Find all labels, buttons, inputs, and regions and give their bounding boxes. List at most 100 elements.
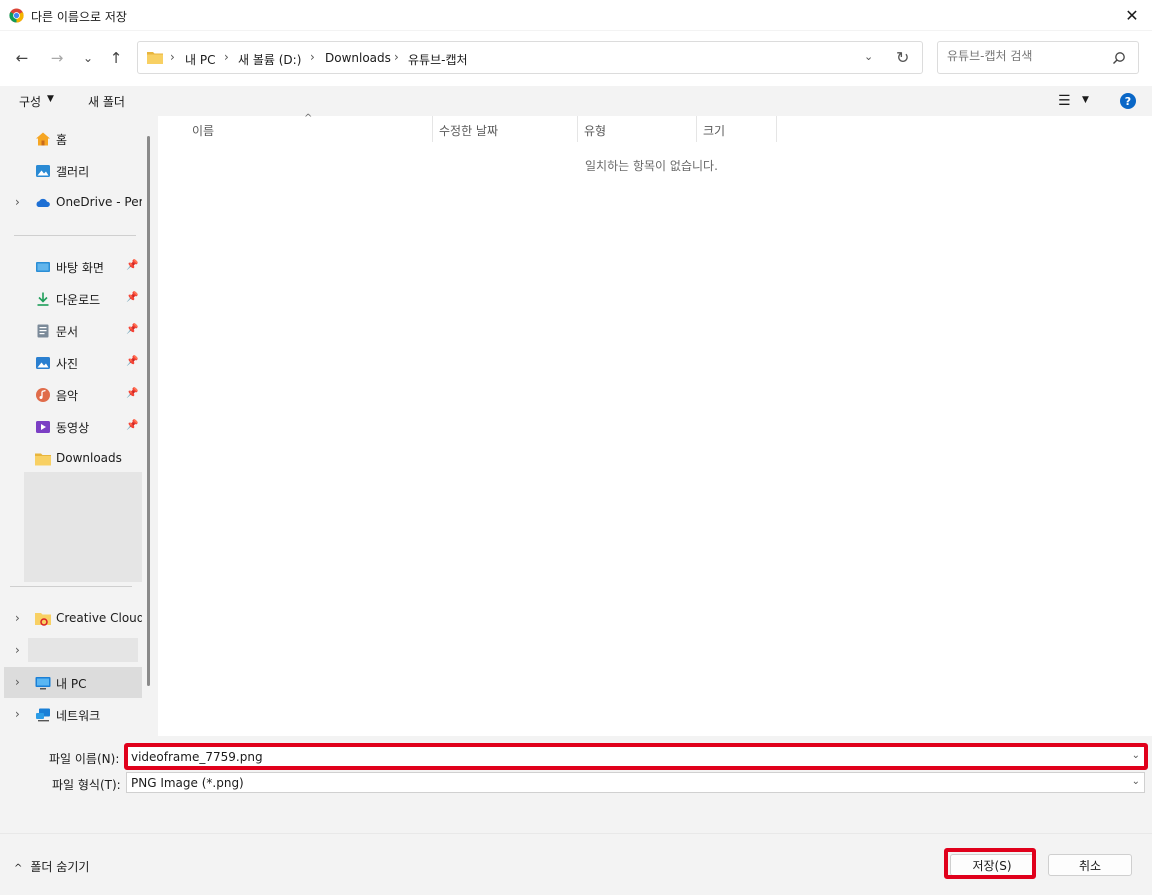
- column-header-name[interactable]: 이름: [192, 122, 214, 139]
- pin-icon[interactable]: 📌: [126, 356, 138, 367]
- download-icon: [37, 292, 49, 306]
- chevron-right-icon[interactable]: ›: [15, 611, 20, 625]
- gallery-icon: [36, 165, 50, 177]
- window-title: 다른 이름으로 저장: [31, 10, 127, 24]
- navigation-bar: ← → ⌄ ↑ › 내 PC › 새 볼륨 (D:) › Downloads ›…: [0, 31, 1152, 86]
- cancel-button[interactable]: 취소: [1048, 854, 1132, 876]
- pin-icon[interactable]: 📌: [126, 292, 138, 303]
- caret-down-icon[interactable]: ▼: [47, 94, 54, 104]
- close-icon[interactable]: ✕: [1120, 3, 1144, 27]
- breadcrumb-pc[interactable]: 내 PC: [185, 51, 215, 68]
- navigation-pane: 홈 갤러리 › OneDrive - Personal 바탕 화면 📌: [0, 116, 158, 736]
- sidebar-divider: [10, 586, 132, 587]
- breadcrumb-separator-icon[interactable]: ›: [170, 50, 175, 64]
- view-options-icon[interactable]: ☰: [1058, 93, 1071, 109]
- column-separator[interactable]: [432, 116, 433, 142]
- sidebar-item-this-pc[interactable]: › 내 PC: [4, 667, 142, 698]
- file-list[interactable]: ^ 이름 수정한 날짜 유형 크기 일치하는 항목이 없습니다.: [158, 113, 1152, 736]
- search-box[interactable]: [937, 41, 1139, 74]
- network-icon: [36, 708, 50, 722]
- filetype-value[interactable]: PNG Image (*.png): [131, 776, 244, 790]
- filename-highlight: [124, 743, 1148, 770]
- pin-icon[interactable]: 📌: [126, 388, 138, 399]
- sidebar-item-documents[interactable]: 문서 📌: [4, 317, 142, 345]
- chevron-down-icon[interactable]: ⌄: [864, 50, 873, 63]
- back-icon[interactable]: ←: [11, 47, 33, 69]
- help-icon[interactable]: ?: [1120, 93, 1136, 109]
- sidebar-item-label: OneDrive - Personal: [56, 195, 142, 209]
- breadcrumb-separator-icon[interactable]: ›: [310, 50, 315, 64]
- chevron-right-icon[interactable]: ›: [15, 643, 20, 657]
- sidebar-item-home[interactable]: 홈: [4, 125, 142, 153]
- sidebar-item-blank: [28, 638, 138, 662]
- sidebar-item-gallery[interactable]: 갤러리: [4, 157, 142, 185]
- pin-icon[interactable]: 📌: [126, 420, 138, 431]
- sort-ascending-icon: ^: [304, 113, 313, 124]
- chevron-down-icon[interactable]: ⌄: [1132, 776, 1140, 787]
- search-icon[interactable]: [1112, 51, 1126, 65]
- sidebar-item-label: Downloads: [56, 451, 122, 465]
- hide-folders-label: 폴더 숨기기: [30, 860, 90, 874]
- chrome-icon: [9, 8, 24, 23]
- new-folder-button[interactable]: 새 폴더: [88, 93, 125, 110]
- sidebar-item-videos[interactable]: 동영상 📌: [4, 413, 142, 441]
- folder-icon: [147, 52, 163, 64]
- breadcrumb-downloads[interactable]: Downloads: [325, 51, 391, 65]
- forward-icon[interactable]: →: [46, 47, 68, 69]
- sidebar-item-downloads-folder[interactable]: Downloads: [4, 445, 142, 473]
- sidebar-blank-area: [24, 472, 142, 582]
- hide-folders-button[interactable]: ^ 폴더 숨기기: [14, 858, 89, 875]
- sidebar-item-label: 네트워크: [56, 709, 101, 723]
- column-separator[interactable]: [696, 116, 697, 142]
- sidebar-item-creative-cloud[interactable]: › Creative Cloud: [4, 605, 142, 633]
- column-header-modified[interactable]: 수정한 날짜: [439, 122, 498, 139]
- refresh-icon[interactable]: ↻: [896, 48, 909, 67]
- home-icon: [36, 132, 50, 146]
- chevron-right-icon[interactable]: ›: [15, 707, 20, 721]
- column-header-size[interactable]: 크기: [703, 122, 725, 139]
- up-icon[interactable]: ↑: [105, 47, 127, 69]
- chevron-up-icon: ^: [14, 863, 23, 874]
- recent-locations-icon[interactable]: ⌄: [77, 47, 99, 69]
- sidebar-item-label: 홈: [56, 133, 68, 147]
- column-separator[interactable]: [577, 116, 578, 142]
- column-header-type[interactable]: 유형: [584, 122, 606, 139]
- sidebar-item-label: 갤러리: [56, 165, 90, 179]
- sidebar-item-desktop[interactable]: 바탕 화면 📌: [4, 253, 142, 281]
- sidebar-item-music[interactable]: 음악 📌: [4, 381, 142, 409]
- sidebar-item-downloads-quick[interactable]: 다운로드 📌: [4, 285, 142, 313]
- pictures-icon: [36, 357, 50, 369]
- creative-cloud-icon: [35, 613, 51, 626]
- column-separator[interactable]: [776, 116, 777, 142]
- filetype-label: 파일 형식(T):: [52, 778, 121, 792]
- save-highlight: [944, 848, 1036, 879]
- breadcrumb-separator-icon[interactable]: ›: [224, 50, 229, 64]
- organize-button[interactable]: 구성: [19, 93, 41, 110]
- pc-icon: [35, 677, 51, 690]
- onedrive-icon: [36, 198, 50, 207]
- desktop-icon: [36, 262, 50, 272]
- music-icon: [36, 388, 50, 402]
- chevron-right-icon[interactable]: ›: [15, 675, 20, 689]
- breadcrumb-current[interactable]: 유튜브-캡처: [408, 51, 468, 68]
- address-bar[interactable]: › 내 PC › 새 볼륨 (D:) › Downloads › 유튜브-캡처 …: [137, 41, 923, 74]
- filename-label: 파일 이름(N):: [49, 752, 120, 766]
- video-icon: [36, 421, 50, 433]
- filetype-select[interactable]: PNG Image (*.png) ⌄: [126, 772, 1145, 793]
- breadcrumb-volume[interactable]: 새 볼륨 (D:): [238, 51, 301, 68]
- chevron-right-icon[interactable]: ›: [15, 195, 20, 209]
- sidebar-divider: [14, 235, 136, 236]
- search-input[interactable]: [947, 49, 1107, 63]
- sidebar-item-label: 내 PC: [56, 677, 87, 691]
- title-bar: 다른 이름으로 저장 ✕: [0, 0, 1152, 31]
- sidebar-item-network[interactable]: › 네트워크: [4, 701, 142, 729]
- pin-icon[interactable]: 📌: [126, 324, 138, 335]
- caret-down-icon[interactable]: ▼: [1082, 95, 1089, 105]
- pin-icon[interactable]: 📌: [126, 260, 138, 271]
- sidebar-item-onedrive[interactable]: › OneDrive - Personal: [4, 189, 142, 217]
- breadcrumb-separator-icon[interactable]: ›: [394, 50, 399, 64]
- command-bar: 구성 ▼ 새 폴더 ☰ ▼ ?: [0, 86, 1152, 116]
- sidebar-scrollbar[interactable]: [147, 136, 150, 686]
- sidebar-item-pictures[interactable]: 사진 📌: [4, 349, 142, 377]
- empty-message: 일치하는 항목이 없습니다.: [585, 159, 718, 173]
